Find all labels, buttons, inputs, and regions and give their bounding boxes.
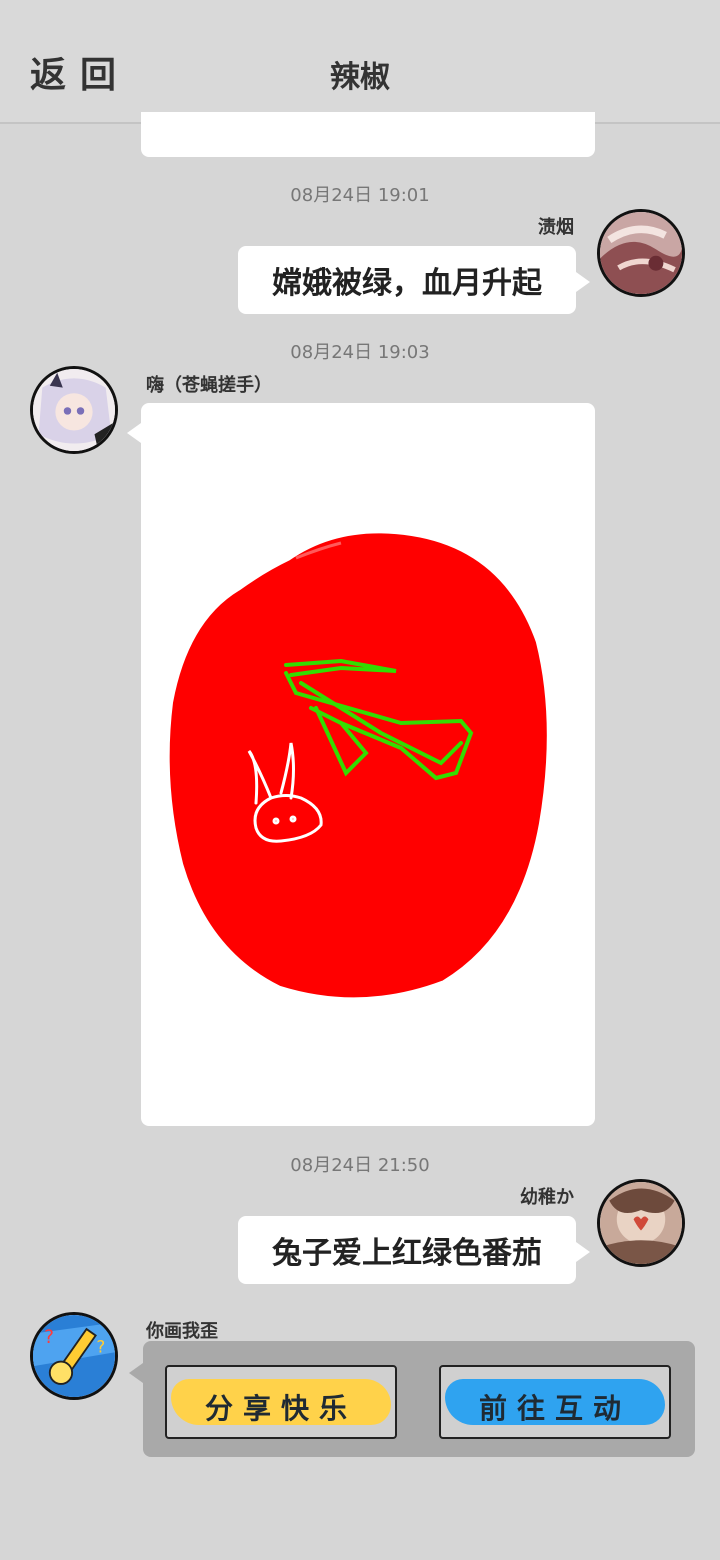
message-bubble[interactable]: 嫦娥被绿，血月升起 <box>238 246 590 314</box>
share-happiness-label: 分享快乐 <box>204 1392 357 1425</box>
avatar[interactable] <box>597 1179 685 1267</box>
message-text: 兔子爱上红绿色番茄 <box>272 1236 542 1271</box>
sender-name: 你画我歪 <box>146 1321 218 1342</box>
share-happiness-button[interactable]: 分享快乐 <box>165 1365 397 1439</box>
previous-message-bubble <box>141 112 595 157</box>
timestamp: 08月24日 19:03 <box>290 342 430 363</box>
message-bubble[interactable]: 兔子爱上红绿色番茄 <box>238 1216 590 1284</box>
drawing-message[interactable] <box>127 403 595 1126</box>
sender-name: 嗨（苍蝇搓手） <box>146 375 272 396</box>
top-bar: 返回 辣椒 <box>0 0 720 124</box>
avatar[interactable] <box>30 366 118 454</box>
avatar[interactable] <box>597 209 685 297</box>
sender-name: 幼稚か <box>520 1187 574 1208</box>
page-title: 辣椒 <box>330 60 390 95</box>
go-interact-button[interactable]: 前往互动 <box>439 1365 671 1439</box>
svg-text:?: ? <box>96 1336 105 1356</box>
tomato-drawing-image <box>169 533 547 998</box>
timestamp: 08月24日 21:50 <box>290 1155 430 1176</box>
go-interact-label: 前往互动 <box>478 1392 631 1425</box>
svg-text:?: ? <box>44 1327 54 1348</box>
game-invite-card: 分享快乐 前往互动 <box>129 1341 695 1457</box>
timestamp: 08月24日 19:01 <box>290 185 430 206</box>
message-text: 嫦娥被绿，血月升起 <box>272 266 542 301</box>
sender-name: 渍烟 <box>538 217 574 238</box>
avatar[interactable]: ? ? <box>30 1312 118 1400</box>
